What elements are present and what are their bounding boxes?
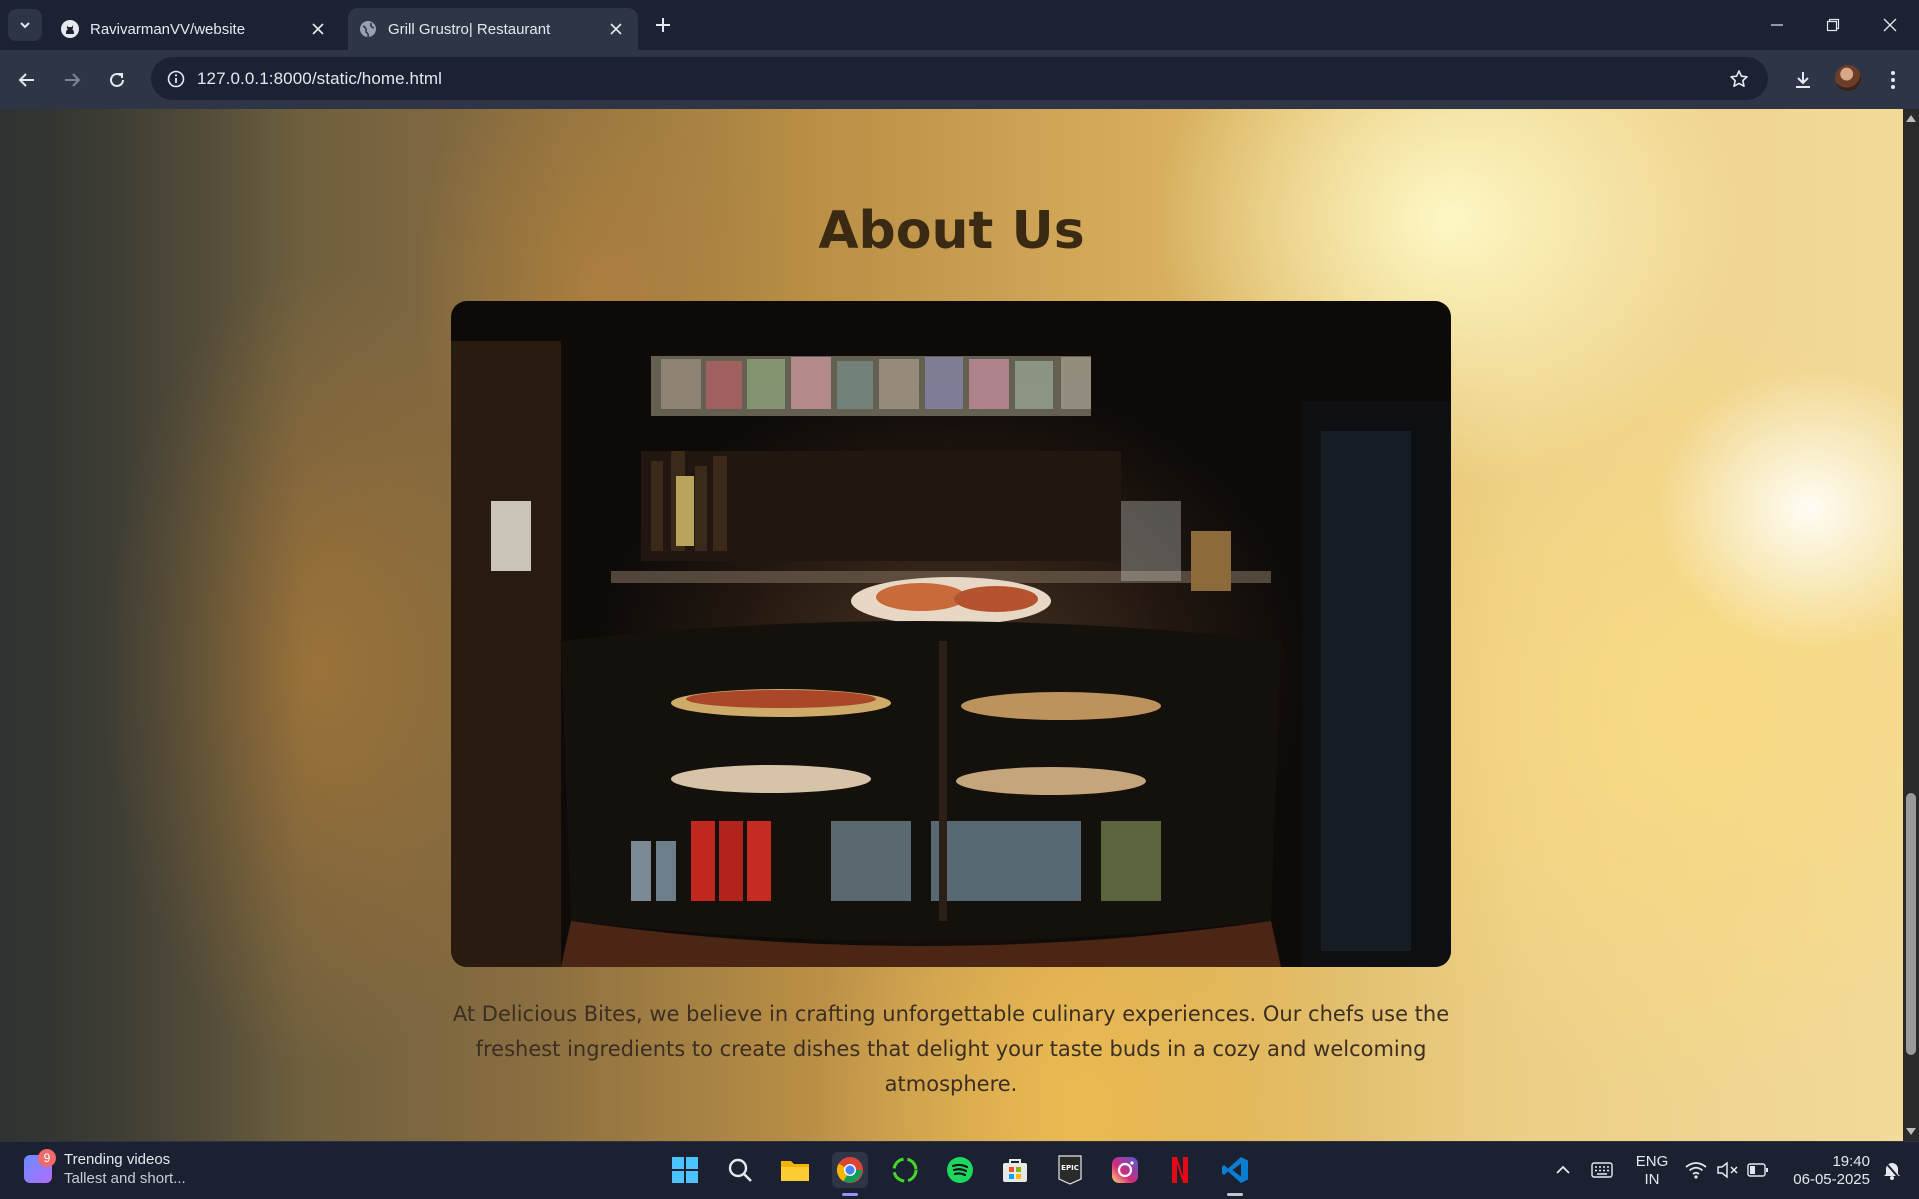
globe-icon bbox=[358, 19, 378, 39]
scroll-down-arrow-icon[interactable] bbox=[1906, 1127, 1916, 1137]
forward-button[interactable] bbox=[57, 65, 87, 95]
file-explorer-icon[interactable] bbox=[777, 1152, 813, 1188]
language-indicator[interactable]: ENG IN bbox=[1634, 1153, 1670, 1189]
notification-badge: 9 bbox=[38, 1149, 56, 1167]
notifications-bell-icon[interactable] bbox=[1874, 1152, 1910, 1188]
keyboard-icon[interactable] bbox=[1584, 1152, 1620, 1188]
battery-icon[interactable] bbox=[1740, 1152, 1776, 1188]
browser-toolbar: 127.0.0.1:8000/static/home.html bbox=[0, 50, 1919, 109]
github-icon bbox=[60, 19, 80, 39]
chrome-icon[interactable] bbox=[832, 1152, 868, 1196]
site-info-icon[interactable] bbox=[161, 64, 191, 94]
restore-button[interactable] bbox=[1818, 10, 1848, 40]
close-window-button[interactable] bbox=[1875, 10, 1905, 40]
scrollbar-thumb[interactable] bbox=[1906, 793, 1916, 1055]
netflix-icon[interactable] bbox=[1162, 1152, 1198, 1188]
arrow-left-icon bbox=[18, 73, 34, 87]
new-tab-button[interactable] bbox=[650, 12, 676, 38]
kebab-menu-icon bbox=[1891, 71, 1895, 89]
tab-search-button[interactable] bbox=[8, 9, 42, 41]
about-heading: About Us bbox=[818, 201, 1085, 261]
microsoft-store-icon[interactable] bbox=[997, 1152, 1033, 1188]
close-icon bbox=[1883, 18, 1897, 32]
clock[interactable]: 19:40 06-05-2025 bbox=[1780, 1153, 1870, 1189]
url-text[interactable]: 127.0.0.1:8000/static/home.html bbox=[197, 69, 442, 89]
news-widget[interactable]: 9 Trending videos Tallest and short... bbox=[24, 1149, 186, 1188]
scroll-up-arrow-icon[interactable] bbox=[1906, 113, 1916, 123]
tab-title: Grill Grustro| Restaurant bbox=[388, 20, 551, 38]
windows-start-icon[interactable] bbox=[667, 1152, 703, 1188]
close-icon[interactable] bbox=[604, 17, 628, 41]
spotify-icon[interactable] bbox=[942, 1152, 978, 1188]
active-app-indicator bbox=[842, 1193, 858, 1196]
svg-text:EPIC: EPIC bbox=[1061, 1164, 1079, 1172]
address-bar[interactable]: 127.0.0.1:8000/static/home.html bbox=[151, 57, 1768, 100]
widget-title: Trending videos bbox=[64, 1151, 171, 1168]
clock-date: 06-05-2025 bbox=[1793, 1171, 1870, 1188]
plus-icon bbox=[656, 18, 670, 32]
reload-icon bbox=[110, 72, 124, 87]
wifi-icon[interactable] bbox=[1678, 1152, 1714, 1188]
instagram-icon[interactable] bbox=[1107, 1152, 1143, 1188]
bookmark-star-icon[interactable] bbox=[1724, 64, 1754, 94]
about-description: At Delicious Bites, we believe in crafti… bbox=[452, 1002, 1450, 1096]
widgets-icon: 9 bbox=[24, 1149, 56, 1183]
chevron-up-icon[interactable] bbox=[1545, 1152, 1581, 1188]
epic-games-icon[interactable]: EPIC bbox=[1052, 1152, 1088, 1188]
language-code: ENG bbox=[1635, 1153, 1669, 1170]
page-scrollbar[interactable] bbox=[1903, 109, 1919, 1141]
restore-icon bbox=[1826, 18, 1840, 32]
vscode-icon[interactable] bbox=[1217, 1152, 1253, 1196]
tab-title: RavivarmanVV/website bbox=[90, 20, 246, 38]
menu-button[interactable] bbox=[1878, 65, 1908, 95]
downloads-button[interactable] bbox=[1788, 65, 1818, 95]
download-icon bbox=[1796, 72, 1810, 88]
restaurant-photo bbox=[451, 301, 1451, 967]
minimize-icon bbox=[1771, 24, 1783, 26]
search-icon[interactable] bbox=[722, 1152, 758, 1188]
arrow-right-icon bbox=[65, 73, 81, 87]
close-icon[interactable] bbox=[306, 17, 330, 41]
reload-button[interactable] bbox=[102, 65, 132, 95]
page-viewport: About Us At Delicious Bites, we believe … bbox=[0, 109, 1903, 1141]
running-app-indicator bbox=[1227, 1193, 1243, 1196]
chevron-down-icon bbox=[20, 22, 30, 29]
back-button[interactable] bbox=[12, 65, 42, 95]
windows-taskbar: 9 Trending videos Tallest and short... E… bbox=[0, 1141, 1919, 1199]
profile-avatar[interactable] bbox=[1835, 65, 1861, 91]
minimize-button[interactable] bbox=[1762, 10, 1792, 40]
widget-subtitle: Tallest and short... bbox=[64, 1170, 186, 1187]
region-code: IN bbox=[1644, 1171, 1660, 1188]
tab-strip: RavivarmanVV/website Grill Grustro| Rest… bbox=[0, 0, 1919, 50]
razer-cortex-icon[interactable] bbox=[887, 1152, 923, 1188]
tab-restaurant[interactable]: Grill Grustro| Restaurant bbox=[348, 8, 638, 50]
clock-time: 19:40 bbox=[1832, 1153, 1870, 1170]
tab-github[interactable]: RavivarmanVV/website bbox=[50, 8, 340, 50]
